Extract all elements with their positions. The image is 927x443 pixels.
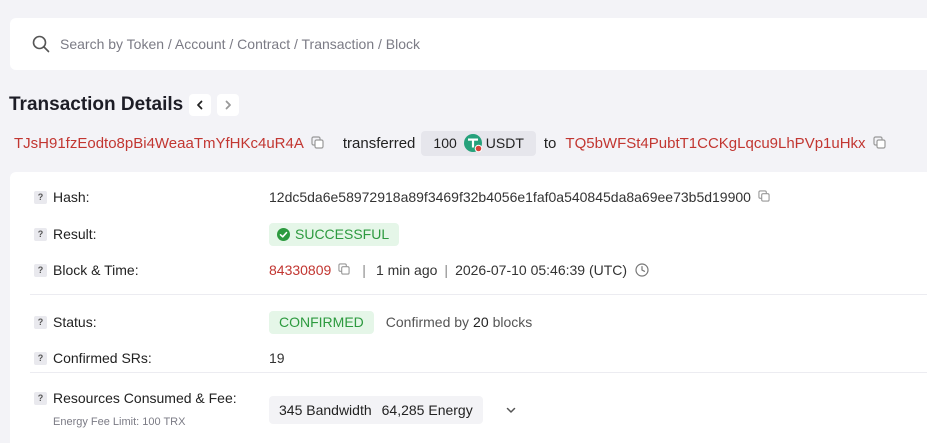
token-symbol[interactable]: USDT — [486, 135, 524, 151]
divider — [30, 372, 927, 373]
copy-icon[interactable] — [872, 136, 887, 150]
page-title: Transaction Details — [9, 94, 184, 115]
search-input[interactable]: Search by Token / Account / Contract / T… — [60, 36, 420, 52]
resources-pill[interactable]: 345 Bandwidth 64,285 Energy — [269, 396, 483, 424]
clock-icon[interactable] — [635, 263, 649, 277]
copy-icon[interactable] — [758, 190, 772, 204]
amount-value: 100 — [433, 135, 457, 151]
status-label: Status: — [53, 314, 97, 330]
hash-row: ? Hash: 12dc5da6e58972918a89f3469f32b405… — [10, 187, 927, 207]
block-time-row: ? Block & Time: 84330809 | 1 min ago | 2… — [10, 260, 927, 280]
prev-transaction-button[interactable] — [189, 94, 212, 116]
confirmed-suffix: blocks — [492, 314, 533, 330]
confirmed-srs-label: Confirmed SRs: — [53, 350, 152, 366]
energy-value: 64,285 Energy — [381, 402, 473, 418]
confirmed-srs-value: 19 — [269, 350, 285, 366]
block-number-link[interactable]: 84330809 — [269, 262, 331, 278]
title-row: Transaction Details — [9, 92, 240, 118]
help-icon[interactable]: ? — [34, 351, 47, 365]
amount-pill: 100 USDT — [421, 130, 536, 156]
help-icon[interactable]: ? — [34, 315, 47, 329]
hash-label: Hash: — [53, 189, 90, 205]
result-value-wrap: SUCCESSFUL — [269, 222, 400, 246]
block-timestamp: 2026-07-10 05:46:39 (UTC) — [455, 262, 628, 278]
transfer-summary: TJsH91fzEodto8pBi4WeaaTmYfHKc4uR4A trans… — [14, 130, 927, 156]
energy-fee-limit: Energy Fee Limit: 100 TRX — [53, 416, 186, 428]
result-value: SUCCESSFUL — [295, 226, 390, 242]
hash-value-wrap: 12dc5da6e58972918a89f3469f32b4056e1faf0a… — [269, 189, 772, 205]
status-row: ? Status: CONFIRMED Confirmed by 20 bloc… — [10, 310, 927, 334]
help-icon[interactable]: ? — [34, 263, 47, 277]
chevron-down-icon[interactable] — [505, 404, 517, 416]
to-word: to — [543, 134, 557, 152]
search-bar[interactable]: Search by Token / Account / Contract / T… — [10, 18, 927, 70]
help-icon[interactable]: ? — [34, 391, 47, 405]
confirmed-count: 20 — [473, 314, 489, 330]
usdt-token-icon — [463, 133, 483, 153]
confirmed-prefix: Confirmed by — [385, 314, 470, 330]
help-icon[interactable]: ? — [34, 227, 47, 241]
chevron-left-icon — [195, 100, 205, 110]
separator: | — [444, 262, 449, 278]
resources-label: Resources Consumed & Fee: — [53, 390, 237, 406]
search-icon — [32, 35, 50, 53]
confirmed-srs-row: ? Confirmed SRs: 19 — [10, 348, 927, 368]
block-time-value-wrap: 84330809 | 1 min ago | 2026-07-10 05:46:… — [269, 262, 649, 278]
details-card: ? Hash: 12dc5da6e58972918a89f3469f32b405… — [10, 172, 927, 443]
resources-value-wrap: 345 Bandwidth 64,285 Energy — [269, 396, 517, 424]
result-row: ? Result: SUCCESSFUL — [10, 222, 927, 246]
time-ago: 1 min ago — [375, 262, 438, 278]
chevron-right-icon — [223, 100, 233, 110]
separator: | — [362, 262, 366, 278]
check-circle-icon — [277, 227, 290, 241]
block-time-label: Block & Time: — [53, 262, 139, 278]
status-value-wrap: CONFIRMED Confirmed by 20 blocks — [269, 310, 533, 334]
divider — [30, 294, 927, 295]
copy-icon[interactable] — [311, 136, 325, 150]
result-label: Result: — [53, 226, 97, 242]
from-address-link[interactable]: TJsH91fzEodto8pBi4WeaaTmYfHKc4uR4A — [14, 135, 304, 152]
bandwidth-value: 345 Bandwidth — [279, 402, 372, 418]
confirmed-badge: CONFIRMED — [269, 310, 374, 334]
status-badge: SUCCESSFUL — [269, 222, 400, 246]
help-icon[interactable]: ? — [34, 190, 47, 204]
next-transaction-button[interactable] — [217, 94, 240, 116]
copy-icon[interactable] — [338, 263, 352, 277]
transfer-action: transferred — [342, 134, 416, 152]
hash-value: 12dc5da6e58972918a89f3469f32b4056e1faf0a… — [269, 189, 751, 205]
to-address-link[interactable]: TQ5bWFSt4PubtT1CCKgLqcu9LhPVp1uHkx — [565, 135, 865, 152]
